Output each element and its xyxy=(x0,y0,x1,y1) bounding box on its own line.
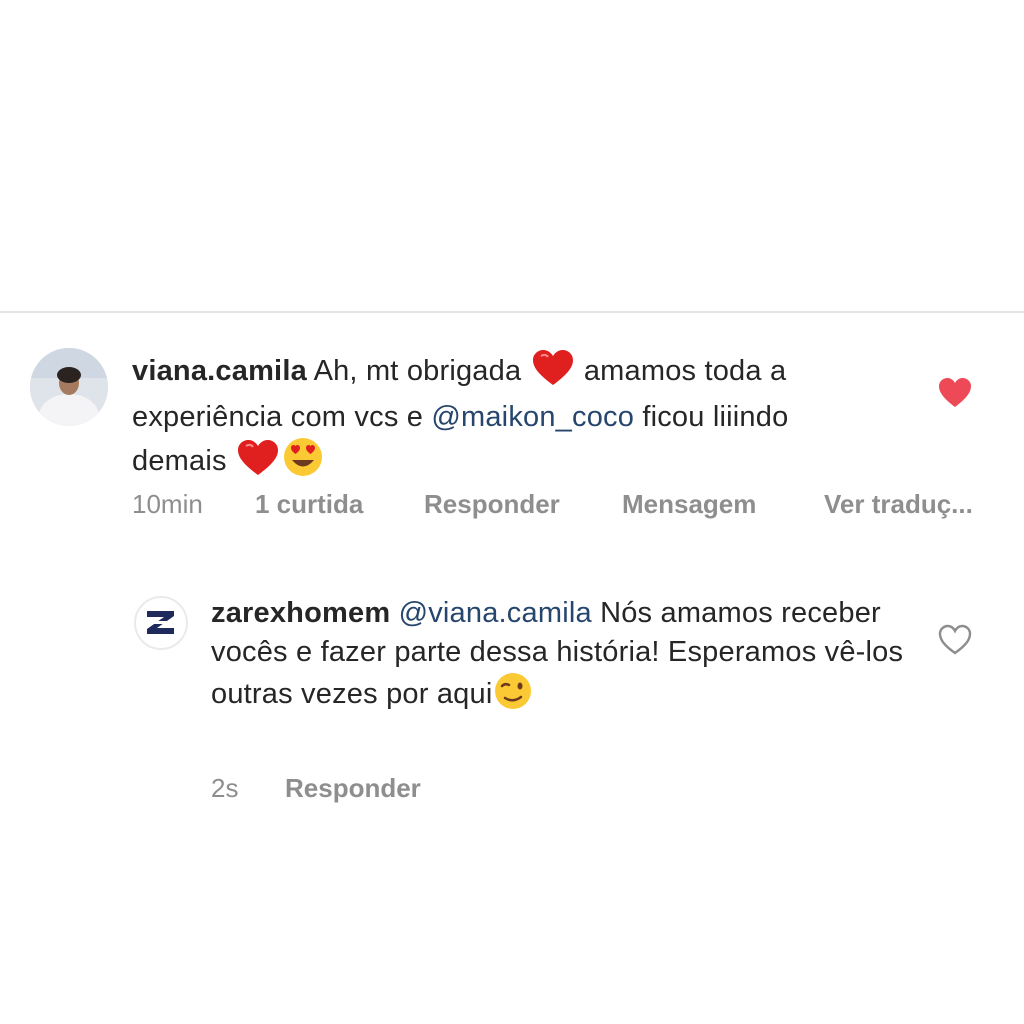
mention-link[interactable]: @maikon_coco xyxy=(431,401,634,433)
likes-count[interactable]: 1 curtida xyxy=(255,489,363,520)
red-heart-icon xyxy=(532,349,574,398)
red-heart-icon xyxy=(237,439,279,488)
heart-filled-icon[interactable] xyxy=(938,377,972,409)
comment-text: viana.camila Ah, mt obrigada amamos toda… xyxy=(132,349,852,488)
heart-outline-icon[interactable] xyxy=(938,624,972,656)
mention-link[interactable]: @viana.camila xyxy=(399,597,592,629)
translate-button[interactable]: Ver traduç... xyxy=(824,489,973,520)
avatar[interactable] xyxy=(134,596,188,650)
comment-body: Ah, mt obrigada xyxy=(306,355,530,387)
message-button[interactable]: Mensagem xyxy=(622,489,756,520)
divider xyxy=(0,311,1024,313)
avatar[interactable] xyxy=(30,348,108,426)
comment-time: 2s xyxy=(211,773,239,803)
comment-username[interactable]: viana.camila xyxy=(132,355,307,387)
brand-logo-icon xyxy=(147,611,174,634)
avatar-photo-icon xyxy=(30,348,108,426)
winking-face-icon xyxy=(494,672,532,721)
comment-text: zarexhomem @viana.camila Nós amamos rece… xyxy=(211,594,911,721)
comment-time: 10min xyxy=(132,489,203,519)
reply-button[interactable]: Responder xyxy=(285,773,421,804)
comment-username[interactable]: zarexhomem xyxy=(211,597,390,629)
heart-eyes-icon xyxy=(283,437,323,488)
reply-button[interactable]: Responder xyxy=(424,489,560,520)
